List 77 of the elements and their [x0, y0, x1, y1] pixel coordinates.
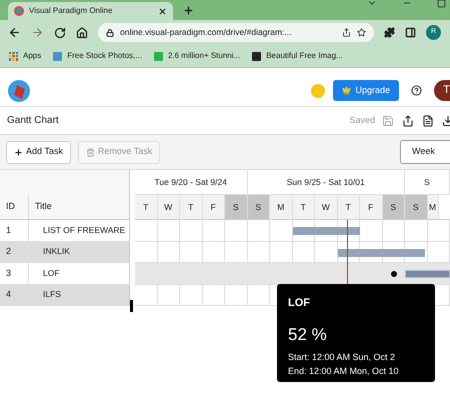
column-header: Title: [34, 200, 53, 214]
day-header: W: [315, 195, 338, 219]
id-cell: 1: [0, 220, 29, 240]
tab-title: Visual Paradigm Online: [29, 5, 114, 17]
export-icon[interactable]: [402, 114, 414, 126]
splitter-handle[interactable]: [130, 300, 134, 312]
bookmark[interactable]: Apps: [9, 50, 42, 62]
url-text: online.visual-paradigm.com/drive/#diagram:...: [120, 26, 292, 39]
add-task-button[interactable]: Add Task: [6, 140, 71, 164]
column-header: ID: [0, 195, 29, 219]
bookmark[interactable]: Beautiful Free Imag...: [252, 50, 343, 62]
day-header: S: [405, 195, 428, 219]
day-header: W: [158, 195, 180, 219]
task-row[interactable]: 1 LIST OF FREEWARE: [0, 220, 130, 242]
day-header: F: [202, 195, 225, 219]
day-header: T: [135, 195, 158, 219]
day-header: T: [180, 195, 202, 219]
lock-icon: [106, 28, 114, 36]
new-tab-icon[interactable]: [183, 5, 194, 16]
save-status: Saved: [349, 114, 375, 127]
bookmark-favicon-icon: [154, 52, 163, 60]
share-icon[interactable]: [342, 28, 351, 37]
view-select[interactable]: Week: [400, 140, 450, 164]
bookmark-star-icon[interactable]: [357, 28, 366, 37]
task-bar[interactable]: [338, 248, 426, 256]
day-header: S: [225, 195, 248, 219]
day-header: M: [428, 195, 438, 219]
day-header: T: [338, 195, 360, 219]
day-header: M: [270, 195, 292, 219]
close-icon[interactable]: [158, 6, 167, 16]
timeline-row[interactable]: [135, 220, 450, 242]
id-cell: 4: [0, 284, 29, 305]
bookmark[interactable]: 2.6 million+ Stunni...: [154, 50, 240, 62]
id-cell: 2: [0, 242, 29, 262]
side-panel-icon[interactable]: [405, 27, 416, 38]
task-row[interactable]: 3 LOF: [0, 263, 130, 284]
task-row[interactable]: 2 INKLIK: [0, 242, 130, 263]
tooltip-percent: 52 %: [288, 324, 328, 346]
upgrade-button[interactable]: Upgrade: [333, 80, 399, 101]
tooltip-end: End: 12:00 AM Mon, Oct 10: [288, 364, 400, 378]
apps-grid-icon: [9, 52, 18, 60]
day-header: F: [360, 195, 382, 219]
reload-icon[interactable]: [54, 26, 66, 38]
crown-icon: [342, 86, 352, 95]
title-cell-text: INKLIK: [42, 245, 71, 258]
pdf-icon[interactable]: [422, 114, 434, 126]
address-bar[interactable]: online.visual-paradigm.com/drive/#diagram:...: [98, 23, 374, 42]
forward-icon[interactable]: [31, 26, 44, 39]
week-header: S: [405, 170, 450, 194]
timeline-row[interactable]: [135, 263, 450, 284]
app-logo: [7, 78, 31, 102]
trash-icon: [86, 148, 95, 156]
browser-tab[interactable]: Visual Paradigm Online: [8, 2, 173, 20]
home-icon[interactable]: [76, 26, 88, 38]
day-header: T: [292, 195, 315, 219]
tooltip-start: Start: 12:00 AM Sun, Oct 2: [288, 351, 396, 364]
task-row[interactable]: 4 ILFS: [0, 284, 130, 306]
bookmark-favicon-icon: [252, 52, 262, 60]
week-header: Tue 9/20 - Sat 9/24: [135, 170, 248, 194]
bookmark[interactable]: Free Stock Photos,...: [53, 50, 142, 62]
tooltip-title: LOF: [288, 296, 311, 311]
user-avatar[interactable]: T: [434, 80, 450, 101]
title-cell-text: LIST OF FREEWARE: [42, 224, 126, 237]
title-cell-text: ILFS: [42, 288, 62, 302]
extensions-icon[interactable]: [384, 27, 395, 38]
back-icon[interactable]: [8, 26, 21, 39]
plus-icon: [14, 148, 23, 156]
site-favicon-icon: [14, 6, 24, 16]
day-header: S: [382, 195, 405, 219]
maximize-icon[interactable]: [437, 0, 446, 8]
document-title: Gantt Chart: [7, 114, 59, 128]
help-icon[interactable]: [411, 85, 422, 96]
id-cell: 3: [0, 263, 29, 284]
day-header: S: [248, 195, 270, 219]
week-header: Sun 9/25 - Sat 10/01: [248, 170, 405, 194]
title-cell-text: LOF: [42, 266, 61, 280]
bookmark-favicon-icon: [53, 52, 62, 60]
